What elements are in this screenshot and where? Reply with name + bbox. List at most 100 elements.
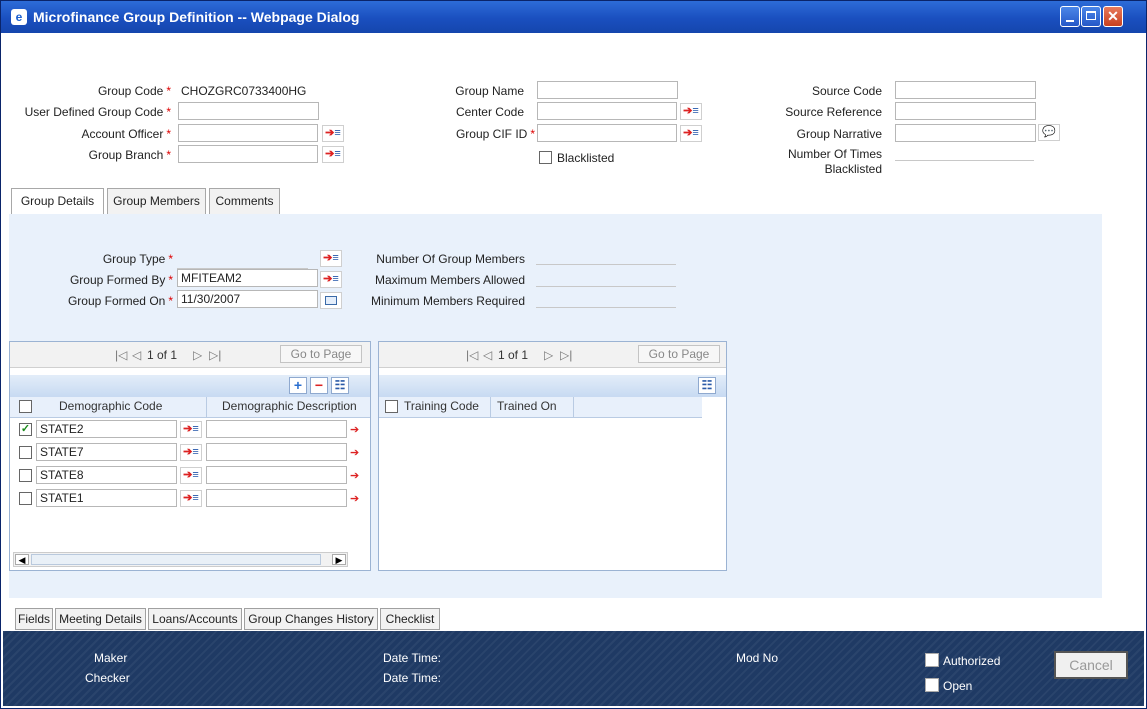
demographic-code-lov-icon[interactable]: ➔≡ bbox=[180, 444, 202, 461]
group-type-value bbox=[177, 251, 308, 269]
group-name-input[interactable] bbox=[537, 81, 678, 99]
table-row[interactable]: ✓ STATE2 ➔≡ ➔ bbox=[10, 418, 370, 441]
first-page-icon[interactable]: |◁ bbox=[466, 348, 478, 362]
group-type-lov-icon[interactable]: ➔≡ bbox=[320, 250, 342, 267]
demographic-description-cell[interactable] bbox=[206, 489, 347, 507]
group-branch-lov-icon[interactable]: ➔≡ bbox=[322, 146, 344, 163]
training-code-header: Training Code bbox=[404, 399, 479, 413]
go-to-page-button[interactable]: Go to Page bbox=[638, 345, 720, 363]
blacklisted-checkbox[interactable] bbox=[539, 151, 552, 164]
group-branch-label: Group Branch * bbox=[88, 148, 171, 162]
select-all-checkbox[interactable] bbox=[19, 400, 32, 413]
maximum-members-allowed-value bbox=[536, 269, 676, 287]
single-view-icon[interactable]: ☷ bbox=[698, 377, 716, 394]
table-row[interactable]: STATE7 ➔≡ ➔ bbox=[10, 441, 370, 464]
prev-page-icon[interactable]: ◁ bbox=[132, 348, 141, 362]
group-formed-by-label: Group Formed By * bbox=[69, 273, 173, 287]
demographic-code-lov-icon[interactable]: ➔≡ bbox=[180, 490, 202, 507]
mod-no-label: Mod No bbox=[736, 651, 779, 665]
first-page-icon[interactable]: |◁ bbox=[115, 348, 127, 362]
table-row[interactable]: STATE1 ➔≡ ➔ bbox=[10, 487, 370, 510]
single-view-icon[interactable]: ☷ bbox=[331, 377, 349, 394]
group-formed-by-input[interactable]: MFITEAM2 bbox=[177, 269, 318, 287]
cancel-button[interactable]: Cancel bbox=[1054, 651, 1128, 679]
page-indicator: 1 of 1 bbox=[147, 348, 178, 362]
scroll-left-icon[interactable]: ◀ bbox=[15, 554, 29, 565]
demographic-code-lov-icon[interactable]: ➔≡ bbox=[180, 421, 202, 438]
group-formed-by-lov-icon[interactable]: ➔≡ bbox=[320, 271, 342, 288]
account-officer-input[interactable] bbox=[178, 124, 318, 142]
demographic-description-cell[interactable] bbox=[206, 466, 347, 484]
tab-loans-accounts[interactable]: Loans/Accounts bbox=[148, 608, 242, 630]
next-page-icon[interactable]: ▷ bbox=[193, 348, 202, 362]
title-bar[interactable]: e Microfinance Group Definition -- Webpa… bbox=[1, 1, 1146, 33]
group-branch-input[interactable] bbox=[178, 145, 318, 163]
demographic-code-cell[interactable]: STATE7 bbox=[36, 443, 177, 461]
row-checkbox[interactable] bbox=[19, 492, 32, 505]
tab-group-details[interactable]: Group Details bbox=[11, 188, 104, 214]
source-code-input[interactable] bbox=[895, 81, 1036, 99]
tab-group-changes-history[interactable]: Group Changes History bbox=[244, 608, 378, 630]
prev-page-icon[interactable]: ◁ bbox=[483, 348, 492, 362]
tab-group-members[interactable]: Group Members bbox=[107, 188, 206, 214]
last-page-icon[interactable]: ▷| bbox=[560, 348, 572, 362]
description-lov-icon[interactable]: ➔ bbox=[350, 446, 359, 459]
calendar-icon[interactable] bbox=[320, 292, 342, 309]
group-narrative-label: Group Narrative bbox=[796, 127, 882, 141]
demographic-grid-header: Demographic Code Demographic Description bbox=[10, 397, 370, 418]
tab-checklist[interactable]: Checklist bbox=[380, 608, 440, 630]
number-of-times-blacklisted-label-2: Blacklisted bbox=[824, 162, 882, 176]
tab-meeting-details[interactable]: Meeting Details bbox=[55, 608, 146, 630]
description-lov-icon[interactable]: ➔ bbox=[350, 492, 359, 505]
demographic-code-cell[interactable]: STATE8 bbox=[36, 466, 177, 484]
account-officer-lov-icon[interactable]: ➔≡ bbox=[322, 125, 344, 142]
blacklisted-label: Blacklisted bbox=[557, 151, 615, 165]
maximize-button[interactable] bbox=[1081, 6, 1101, 27]
demographic-description-cell[interactable] bbox=[206, 443, 347, 461]
demographic-description-cell[interactable] bbox=[206, 420, 347, 438]
delete-row-icon[interactable]: − bbox=[310, 377, 328, 394]
demographic-code-cell[interactable]: STATE1 bbox=[36, 489, 177, 507]
group-cif-id-input[interactable] bbox=[537, 124, 677, 142]
source-reference-label: Source Reference bbox=[785, 105, 882, 119]
minimum-members-required-label: Minimum Members Required bbox=[370, 294, 525, 308]
user-defined-group-code-label: User Defined Group Code * bbox=[24, 105, 171, 119]
group-code-value: CHOZGRC0733400HG bbox=[181, 84, 307, 98]
tab-fields[interactable]: Fields bbox=[15, 608, 53, 630]
row-checkbox[interactable] bbox=[19, 469, 32, 482]
group-narrative-input[interactable] bbox=[895, 124, 1036, 142]
maker-date-time-label: Date Time: bbox=[383, 651, 442, 665]
source-reference-input[interactable] bbox=[895, 102, 1036, 120]
checker-label: Checker bbox=[85, 671, 130, 685]
authorized-label: Authorized bbox=[943, 654, 1001, 668]
minimize-button[interactable] bbox=[1060, 6, 1080, 27]
group-cif-id-lov-icon[interactable]: ➔≡ bbox=[680, 125, 702, 142]
group-code-label: Group Code * bbox=[97, 84, 171, 98]
group-formed-on-input[interactable]: 11/30/2007 bbox=[177, 290, 318, 308]
narrative-comment-icon[interactable]: 💬 bbox=[1038, 124, 1060, 141]
select-all-checkbox[interactable] bbox=[385, 400, 398, 413]
row-checkbox[interactable]: ✓ bbox=[19, 423, 32, 436]
next-page-icon[interactable]: ▷ bbox=[544, 348, 553, 362]
center-code-input[interactable] bbox=[537, 102, 677, 120]
demographic-code-lov-icon[interactable]: ➔≡ bbox=[180, 467, 202, 484]
tab-comments[interactable]: Comments bbox=[209, 188, 280, 214]
table-row[interactable]: STATE8 ➔≡ ➔ bbox=[10, 464, 370, 487]
description-lov-icon[interactable]: ➔ bbox=[350, 469, 359, 482]
go-to-page-button[interactable]: Go to Page bbox=[280, 345, 362, 363]
description-lov-icon[interactable]: ➔ bbox=[350, 423, 359, 436]
open-label: Open bbox=[943, 679, 973, 693]
row-checkbox[interactable] bbox=[19, 446, 32, 459]
close-button[interactable]: ✕ bbox=[1103, 6, 1123, 27]
add-row-icon[interactable]: + bbox=[289, 377, 307, 394]
horizontal-scrollbar[interactable]: ◀ ▶ bbox=[13, 552, 348, 567]
demographic-code-cell[interactable]: STATE2 bbox=[36, 420, 177, 438]
scroll-right-icon[interactable]: ▶ bbox=[332, 554, 346, 565]
center-code-lov-icon[interactable]: ➔≡ bbox=[680, 103, 702, 120]
center-code-label: Center Code bbox=[455, 105, 524, 119]
last-page-icon[interactable]: ▷| bbox=[209, 348, 221, 362]
checker-date-time-label: Date Time: bbox=[383, 671, 442, 685]
authorized-checkbox bbox=[925, 653, 939, 667]
user-defined-group-code-input[interactable] bbox=[178, 102, 319, 120]
scrollbar-thumb[interactable] bbox=[31, 554, 321, 565]
